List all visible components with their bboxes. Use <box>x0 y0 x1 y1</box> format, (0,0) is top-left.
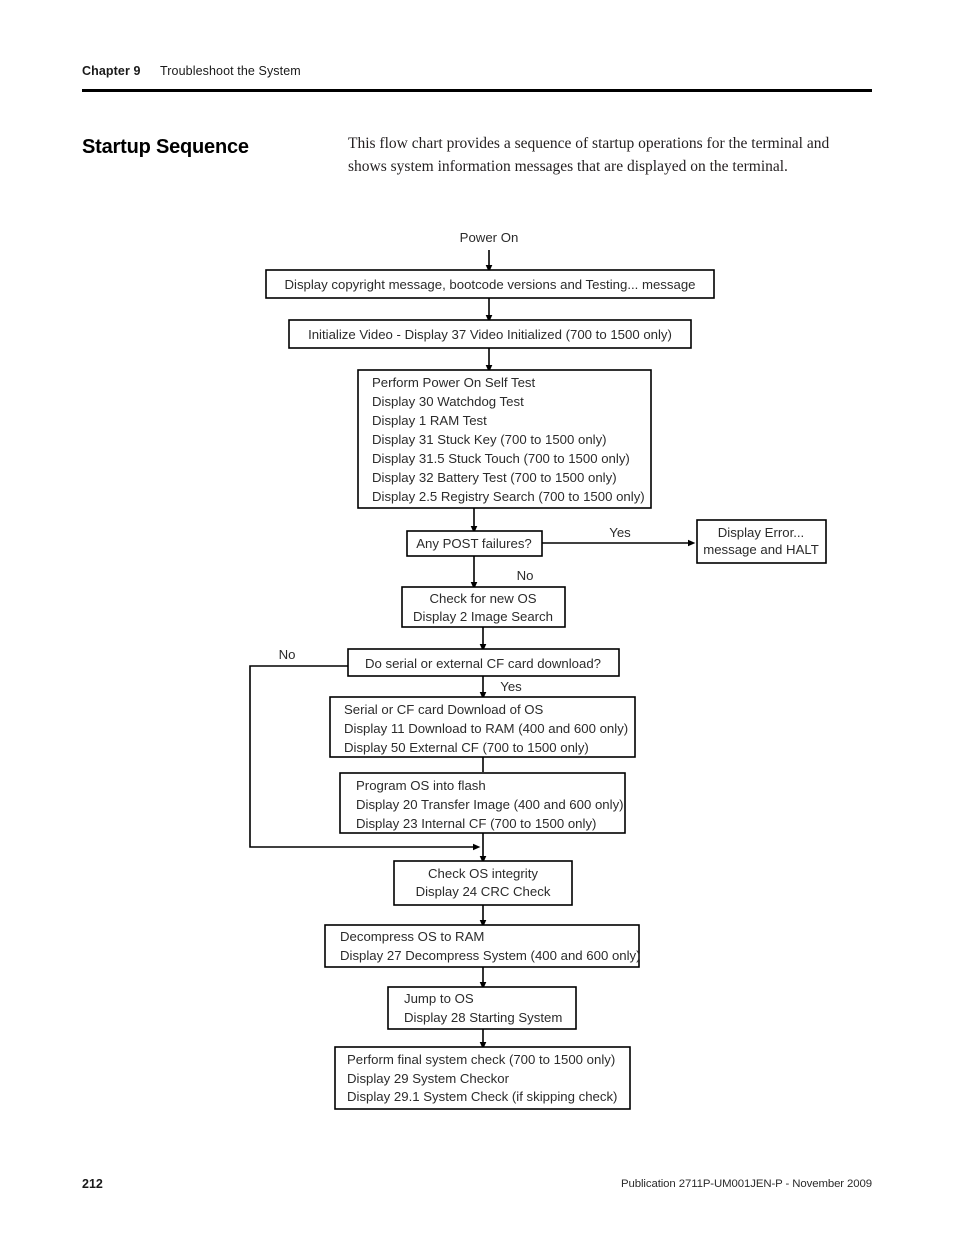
node-copyright-label: Display copyright message, bootcode vers… <box>285 277 696 292</box>
node-download-os-line-2: Display 50 External CF (700 to 1500 only… <box>344 740 589 755</box>
node-program-flash-line-2: Display 23 Internal CF (700 to 1500 only… <box>356 816 596 831</box>
node-final-check-line-2: Display 29.1 System Check (if skipping c… <box>347 1089 617 1104</box>
flow-start-label: Power On <box>460 230 519 245</box>
node-decompress-line-1: Display 27 Decompress System (400 and 60… <box>340 948 641 963</box>
node-jump-os-line-0: Jump to OS <box>404 991 474 1006</box>
node-check-new-os-line-1: Display 2 Image Search <box>413 609 553 624</box>
node-download-os-line-1: Display 11 Download to RAM (400 and 600 … <box>344 721 628 736</box>
node-init-video-label: Initialize Video - Display 37 Video Init… <box>308 327 672 342</box>
node-download-decision-label: Do serial or external CF card download? <box>365 656 601 671</box>
node-post-line-6: Display 2.5 Registry Search (700 to 1500… <box>372 489 645 504</box>
node-post-line-4: Display 31.5 Stuck Touch (700 to 1500 on… <box>372 451 630 466</box>
node-error-halt-line-1: message and HALT <box>703 542 819 557</box>
edge-label-post-yes: Yes <box>609 525 631 540</box>
document-page: Chapter 9 Troubleshoot the System Startu… <box>0 0 954 1235</box>
node-final-check-line-0: Perform final system check (700 to 1500 … <box>347 1052 615 1067</box>
node-post-line-2: Display 1 RAM Test <box>372 413 487 428</box>
node-check-new-os-line-0: Check for new OS <box>429 591 536 606</box>
node-program-flash-line-0: Program OS into flash <box>356 778 486 793</box>
node-error-halt-line-0: Display Error... <box>718 525 804 540</box>
node-download-os-line-0: Serial or CF card Download of OS <box>344 702 544 717</box>
footer-publication: Publication 2711P-UM001JEN-P - November … <box>621 1178 872 1190</box>
startup-sequence-flowchart: Power On Display copyright message, boot… <box>249 230 827 1110</box>
node-final-check-line-1: Display 29 System Checkor <box>347 1071 510 1086</box>
node-post-line-5: Display 32 Battery Test (700 to 1500 onl… <box>372 470 617 485</box>
node-program-flash-line-1: Display 20 Transfer Image (400 and 600 o… <box>356 797 624 812</box>
node-post-line-0: Perform Power On Self Test <box>372 375 536 390</box>
node-decompress-line-0: Decompress OS to RAM <box>340 929 484 944</box>
footer-page-number: 212 <box>82 1177 103 1191</box>
node-post-line-3: Display 31 Stuck Key (700 to 1500 only) <box>372 432 607 447</box>
edge-label-download-no: No <box>279 647 296 662</box>
edge-label-post-no: No <box>517 568 534 583</box>
node-check-integrity-line-1: Display 24 CRC Check <box>416 884 551 899</box>
node-post-decision-label: Any POST failures? <box>416 536 532 551</box>
node-post-line-1: Display 30 Watchdog Test <box>372 394 524 409</box>
edge-label-download-yes: Yes <box>500 679 522 694</box>
node-check-integrity-line-0: Check OS integrity <box>428 866 538 881</box>
node-jump-os-line-1: Display 28 Starting System <box>404 1010 562 1025</box>
